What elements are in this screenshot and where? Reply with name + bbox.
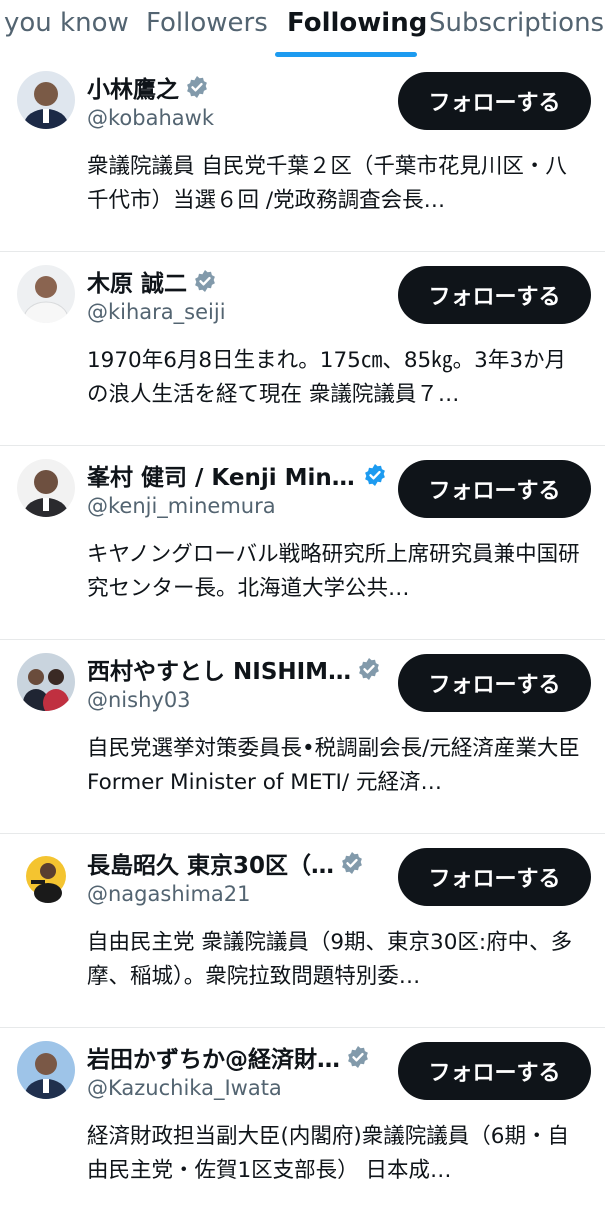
user-bio: 衆議院議員 自民党千葉２区（千葉市花見川区・八千代市）当選６回 /党政務調査会長… bbox=[87, 154, 567, 213]
name-line: 小林鷹之 bbox=[87, 70, 209, 104]
verified-badge-icon bbox=[195, 270, 215, 292]
display-name[interactable]: 岩田かずちか@経済財… bbox=[87, 1040, 340, 1074]
user-row[interactable]: 峯村 健司 / Kenji Mine… @kenji_minemura フォロー… bbox=[0, 446, 605, 640]
follow-button[interactable]: フォローする bbox=[398, 460, 591, 518]
user-row[interactable]: 小林鷹之 @kobahawk フォローする 衆議院議員 自民党千葉２区（千葉市花… bbox=[0, 58, 605, 252]
avatar[interactable] bbox=[17, 847, 75, 905]
user-handle[interactable]: @kenji_minemura bbox=[87, 494, 276, 518]
follow-button[interactable]: フォローする bbox=[398, 72, 591, 130]
verified-badge-icon bbox=[342, 852, 362, 874]
name-line: 長島昭久 東京30区（… bbox=[87, 846, 364, 880]
name-line: 岩田かずちか@経済財… bbox=[87, 1040, 370, 1074]
tab-followers[interactable]: Followers bbox=[146, 8, 268, 38]
user-row[interactable]: 岩田かずちか@経済財… @Kazuchika_Iwata フォローする 経済財政… bbox=[0, 1028, 605, 1222]
avatar[interactable] bbox=[17, 1041, 75, 1099]
avatar[interactable] bbox=[17, 653, 75, 711]
display-name[interactable]: 西村やすとし NISHIM… bbox=[87, 652, 351, 686]
user-row[interactable]: 木原 誠二 @kihara_seiji フォローする 1970年6月8日生まれ。… bbox=[0, 252, 605, 446]
follow-button[interactable]: フォローする bbox=[398, 848, 591, 906]
follow-button[interactable]: フォローする bbox=[398, 266, 591, 324]
name-line: 木原 誠二 bbox=[87, 264, 217, 298]
user-handle[interactable]: @kobahawk bbox=[87, 106, 214, 130]
tab-subscriptions[interactable]: Subscriptions bbox=[429, 8, 604, 38]
avatar[interactable] bbox=[17, 459, 75, 517]
user-bio: 自由民主党 衆議院議員（9期、東京30区:府中、多摩、稲城）。衆院拉致問題特別委… bbox=[87, 930, 573, 989]
verified-badge-icon bbox=[365, 464, 385, 486]
user-handle[interactable]: @kihara_seiji bbox=[87, 300, 226, 324]
display-name[interactable]: 峯村 健司 / Kenji Mine… bbox=[87, 458, 357, 492]
display-name[interactable]: 木原 誠二 bbox=[87, 264, 187, 298]
tab-following[interactable]: Following bbox=[287, 8, 427, 38]
user-bio: 自民党選挙対策委員長•税調副会長/元経済産業大臣 Former Minister… bbox=[87, 736, 580, 795]
verified-badge-icon bbox=[359, 658, 379, 680]
user-bio: 経済財政担当副大臣(内閣府)衆議院議員（6期・自由民主党・佐賀1区支部長） 日本… bbox=[87, 1124, 569, 1183]
user-handle[interactable]: @Kazuchika_Iwata bbox=[87, 1076, 282, 1100]
display-name[interactable]: 長島昭久 東京30区（… bbox=[87, 846, 334, 880]
user-handle[interactable]: @nagashima21 bbox=[87, 882, 251, 906]
follow-button[interactable]: フォローする bbox=[398, 654, 591, 712]
avatar[interactable] bbox=[17, 71, 75, 129]
name-line: 峯村 健司 / Kenji Mine… bbox=[87, 458, 387, 492]
display-name[interactable]: 小林鷹之 bbox=[87, 70, 179, 104]
avatar[interactable] bbox=[17, 265, 75, 323]
user-row[interactable]: 西村やすとし NISHIM… @nishy03 フォローする 自民党選挙対策委員… bbox=[0, 640, 605, 834]
follow-button[interactable]: フォローする bbox=[398, 1042, 591, 1100]
profile-tabs: you know Followers Following Subscriptio… bbox=[0, 0, 605, 58]
user-bio: 1970年6月8日生まれ。175㎝、85㎏。3年3か月の浪人生活を経て現在 衆議… bbox=[87, 348, 567, 407]
verified-badge-icon bbox=[348, 1046, 368, 1068]
verified-badge-icon bbox=[187, 76, 207, 98]
user-bio: キヤノングローバル戦略研究所上席研究員兼中国研究センター長。北海道大学公共… bbox=[87, 542, 580, 601]
active-tab-indicator bbox=[275, 52, 417, 57]
name-line: 西村やすとし NISHIM… bbox=[87, 652, 381, 686]
tab-followers-you-know[interactable]: you know bbox=[4, 8, 129, 38]
user-handle[interactable]: @nishy03 bbox=[87, 688, 191, 712]
user-row[interactable]: 長島昭久 東京30区（… @nagashima21 フォローする 自由民主党 衆… bbox=[0, 834, 605, 1028]
